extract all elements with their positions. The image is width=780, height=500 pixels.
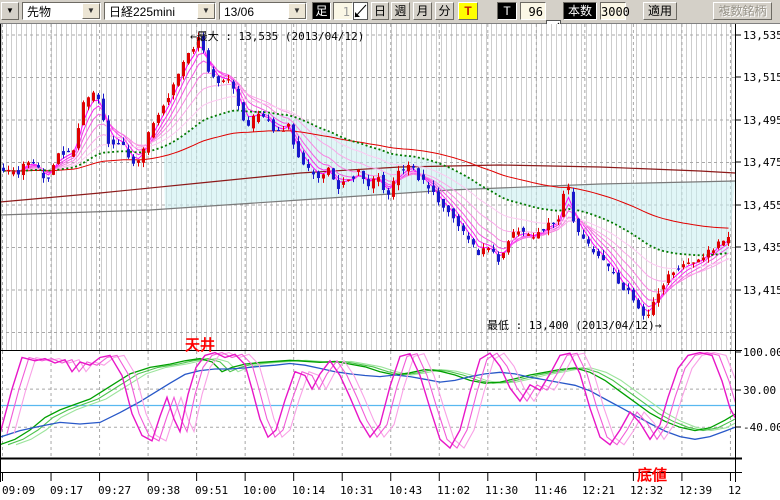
- oscillator-axis-label: 30.00: [743, 384, 776, 397]
- price-axis-label: 13,535: [743, 29, 780, 42]
- time-axis-label: 09:17: [50, 484, 83, 497]
- max-annotation: ←最大 : 13,535 (2013/04/12): [190, 28, 364, 44]
- price-axis-label: 13,515: [743, 71, 780, 84]
- oscillator-axis-label: -40.00: [743, 421, 780, 434]
- time-axis-label: 12:32: [630, 484, 663, 497]
- price-chart[interactable]: [0, 0, 780, 500]
- time-axis-label: 12:21: [582, 484, 615, 497]
- time-axis-label: 09:38: [147, 484, 180, 497]
- time-axis-label: 12: [728, 484, 741, 497]
- price-axis-label: 13,415: [743, 284, 780, 297]
- time-axis-label: 10:43: [389, 484, 422, 497]
- oscillator-axis-label: 100.00: [743, 346, 780, 359]
- trading-chart-window: ▼ 先物 ▼ 日経225mini ▼ 13/06 ▼ 足 1 日 週 月 分 T…: [0, 0, 780, 500]
- time-axis-label: 11:30: [485, 484, 518, 497]
- time-axis-label: 10:14: [292, 484, 325, 497]
- min-annotation: 最低 : 13,400 (2013/04/12)→: [487, 317, 661, 333]
- price-axis-label: 13,495: [743, 114, 780, 127]
- time-axis-label: 11:02: [437, 484, 470, 497]
- time-axis-label: 09:27: [98, 484, 131, 497]
- price-axis-label: 13,475: [743, 156, 780, 169]
- price-axis-label: 13,435: [743, 241, 780, 254]
- time-axis-label: 12:39: [679, 484, 712, 497]
- time-axis-label: 09:51: [195, 484, 228, 497]
- time-axis-label: 09:09: [2, 484, 35, 497]
- ceiling-annotation: 天井: [185, 334, 215, 355]
- bottom-annotation: 底値: [637, 464, 667, 485]
- time-axis-label: 11:46: [534, 484, 567, 497]
- time-axis-label: 10:00: [243, 484, 276, 497]
- price-axis-label: 13,455: [743, 199, 780, 212]
- time-axis-label: 10:31: [340, 484, 373, 497]
